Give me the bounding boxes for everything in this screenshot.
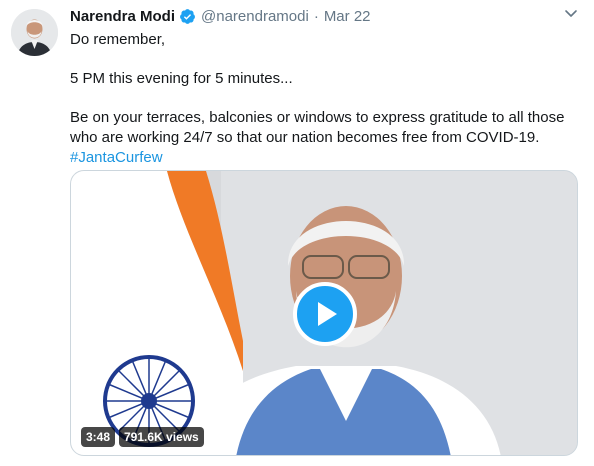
tweet-card[interactable]: Narendra Modi @narendramodi · Mar 22 Do … [0, 0, 594, 466]
play-button[interactable] [293, 282, 357, 346]
video-duration: 3:48 [81, 427, 116, 447]
author-handle[interactable]: @narendramodi [201, 8, 309, 25]
tweet-text-line: Do remember, [70, 31, 166, 48]
tweet-header: Narendra Modi @narendramodi · Mar 22 [70, 6, 371, 26]
chevron-down-icon[interactable] [563, 5, 579, 21]
tweet-text: Do remember, 5 PM this evening for 5 min… [70, 30, 575, 167]
video-view-count: 791.6K views [119, 427, 204, 447]
video-player[interactable]: 3:48 791.6K views [70, 170, 578, 456]
author-name[interactable]: Narendra Modi [70, 8, 175, 25]
tweet-date[interactable]: Mar 22 [324, 8, 371, 25]
verified-badge-icon [179, 8, 196, 25]
tweet-text-line: Be on your terraces, balconies or window… [70, 109, 565, 127]
play-icon [318, 302, 337, 326]
tweet-text-line: 5 PM this evening for 5 minutes... [70, 70, 293, 88]
separator-dot: · [313, 7, 319, 25]
avatar[interactable] [11, 9, 58, 56]
hashtag-link[interactable]: #JantaCurfew [70, 149, 163, 166]
tweet-text-line: who are working 24/7 so that our nation … [70, 128, 540, 146]
